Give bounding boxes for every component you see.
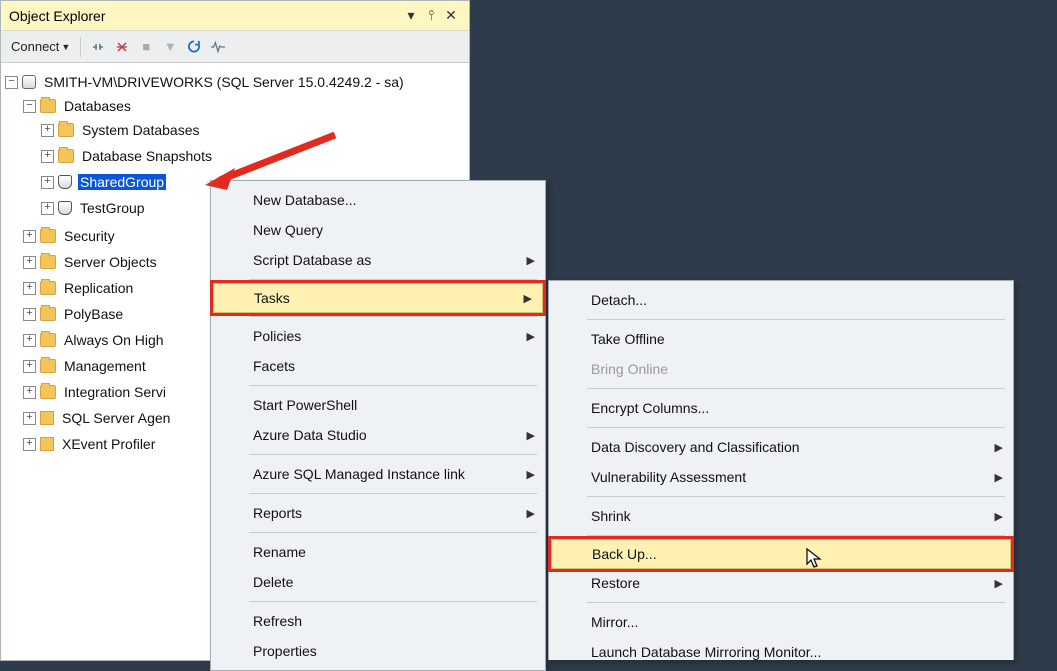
chevron-right-icon: ▶ (527, 330, 535, 343)
menu-shrink[interactable]: Shrink▶ (549, 501, 1013, 531)
agent-icon (40, 411, 54, 425)
menu-separator (249, 316, 537, 317)
panel-titlebar: Object Explorer ▾ ⫯ ✕ (1, 1, 469, 31)
folder-icon (40, 255, 56, 269)
chevron-right-icon: ▶ (527, 429, 535, 442)
menu-detach[interactable]: Detach... (549, 285, 1013, 315)
menu-separator (587, 319, 1005, 320)
refresh-icon[interactable] (183, 35, 205, 59)
database-icon (58, 175, 72, 189)
connect-button[interactable]: Connect ▼ (7, 35, 74, 59)
menu-vulnerability-assessment[interactable]: Vulnerability Assessment▶ (549, 462, 1013, 492)
menu-policies[interactable]: Policies▶ (211, 321, 545, 351)
tree-system-databases[interactable]: + System Databases (5, 119, 465, 141)
xevent-icon (40, 437, 54, 451)
chevron-right-icon: ▶ (995, 577, 1003, 590)
menu-data-discovery[interactable]: Data Discovery and Classification▶ (549, 432, 1013, 462)
menu-launch-mirroring-monitor[interactable]: Launch Database Mirroring Monitor... (549, 637, 1013, 667)
folder-icon (58, 149, 74, 163)
menu-delete[interactable]: Delete (211, 567, 545, 597)
menu-rename[interactable]: Rename (211, 537, 545, 567)
tree-sharedgroup-label: SharedGroup (78, 174, 166, 190)
menu-separator (587, 388, 1005, 389)
connect-button-label: Connect (11, 39, 59, 54)
menu-separator (249, 279, 537, 280)
menu-restore[interactable]: Restore▶ (549, 568, 1013, 598)
activity-monitor-icon[interactable] (207, 35, 229, 59)
chevron-right-icon: ▶ (995, 441, 1003, 454)
filter-icon[interactable]: ▼ (159, 35, 181, 59)
folder-icon (40, 307, 56, 321)
folder-icon (40, 333, 56, 347)
chevron-right-icon: ▶ (527, 507, 535, 520)
window-options-icon[interactable]: ▾ (401, 7, 421, 24)
menu-start-powershell[interactable]: Start PowerShell (211, 390, 545, 420)
toolbar: Connect ▼ ■ ▼ (1, 31, 469, 63)
menu-separator (249, 385, 537, 386)
disconnect-icon[interactable] (87, 35, 109, 59)
chevron-right-icon: ▶ (527, 254, 535, 267)
menu-reports[interactable]: Reports▶ (211, 498, 545, 528)
pin-icon[interactable]: ⫯ (421, 7, 441, 24)
menu-azure-sql-link[interactable]: Azure SQL Managed Instance link▶ (211, 459, 545, 489)
menu-take-offline[interactable]: Take Offline (549, 324, 1013, 354)
context-submenu-tasks: Detach... Take Offline Bring Online Encr… (548, 280, 1014, 660)
database-icon (58, 201, 72, 215)
context-menu-database: New Database... New Query Script Databas… (210, 180, 546, 671)
menu-back-up[interactable]: Back Up... (551, 539, 1011, 569)
menu-separator (587, 602, 1005, 603)
menu-separator (587, 496, 1005, 497)
chevron-right-icon: ▶ (527, 468, 535, 481)
folder-icon (40, 385, 56, 399)
tree-databases-node[interactable]: − Databases (5, 95, 465, 117)
menu-separator (249, 532, 537, 533)
menu-tasks[interactable]: Tasks▶ (213, 283, 543, 313)
folder-icon (58, 123, 74, 137)
menu-mirror[interactable]: Mirror... (549, 607, 1013, 637)
server-icon (22, 75, 36, 89)
chevron-right-icon: ▶ (995, 510, 1003, 523)
menu-script-database-as[interactable]: Script Database as▶ (211, 245, 545, 275)
menu-bring-online: Bring Online (549, 354, 1013, 384)
stop-icon: ■ (135, 35, 157, 59)
tree-databases-label: Databases (62, 98, 133, 114)
menu-separator (249, 601, 537, 602)
chevron-right-icon: ▶ (995, 471, 1003, 484)
menu-separator (587, 535, 1005, 536)
tree-database-snapshots[interactable]: + Database Snapshots (5, 145, 465, 167)
menu-refresh[interactable]: Refresh (211, 606, 545, 636)
chevron-right-icon: ▶ (524, 292, 532, 305)
close-icon[interactable]: ✕ (441, 7, 461, 24)
folder-icon (40, 229, 56, 243)
menu-separator (587, 427, 1005, 428)
chevron-down-icon: ▼ (59, 42, 70, 52)
remove-connection-icon[interactable] (111, 35, 133, 59)
panel-title-text: Object Explorer (9, 8, 105, 24)
tree-server-node[interactable]: − SMITH-VM\DRIVEWORKS (SQL Server 15.0.4… (5, 71, 465, 93)
menu-encrypt-columns[interactable]: Encrypt Columns... (549, 393, 1013, 423)
menu-azure-data-studio[interactable]: Azure Data Studio▶ (211, 420, 545, 450)
tree-server-label: SMITH-VM\DRIVEWORKS (SQL Server 15.0.424… (42, 74, 406, 90)
folder-icon (40, 99, 56, 113)
menu-separator (249, 493, 537, 494)
menu-new-database[interactable]: New Database... (211, 185, 545, 215)
menu-facets[interactable]: Facets (211, 351, 545, 381)
menu-new-query[interactable]: New Query (211, 215, 545, 245)
folder-icon (40, 281, 56, 295)
folder-icon (40, 359, 56, 373)
menu-separator (249, 454, 537, 455)
